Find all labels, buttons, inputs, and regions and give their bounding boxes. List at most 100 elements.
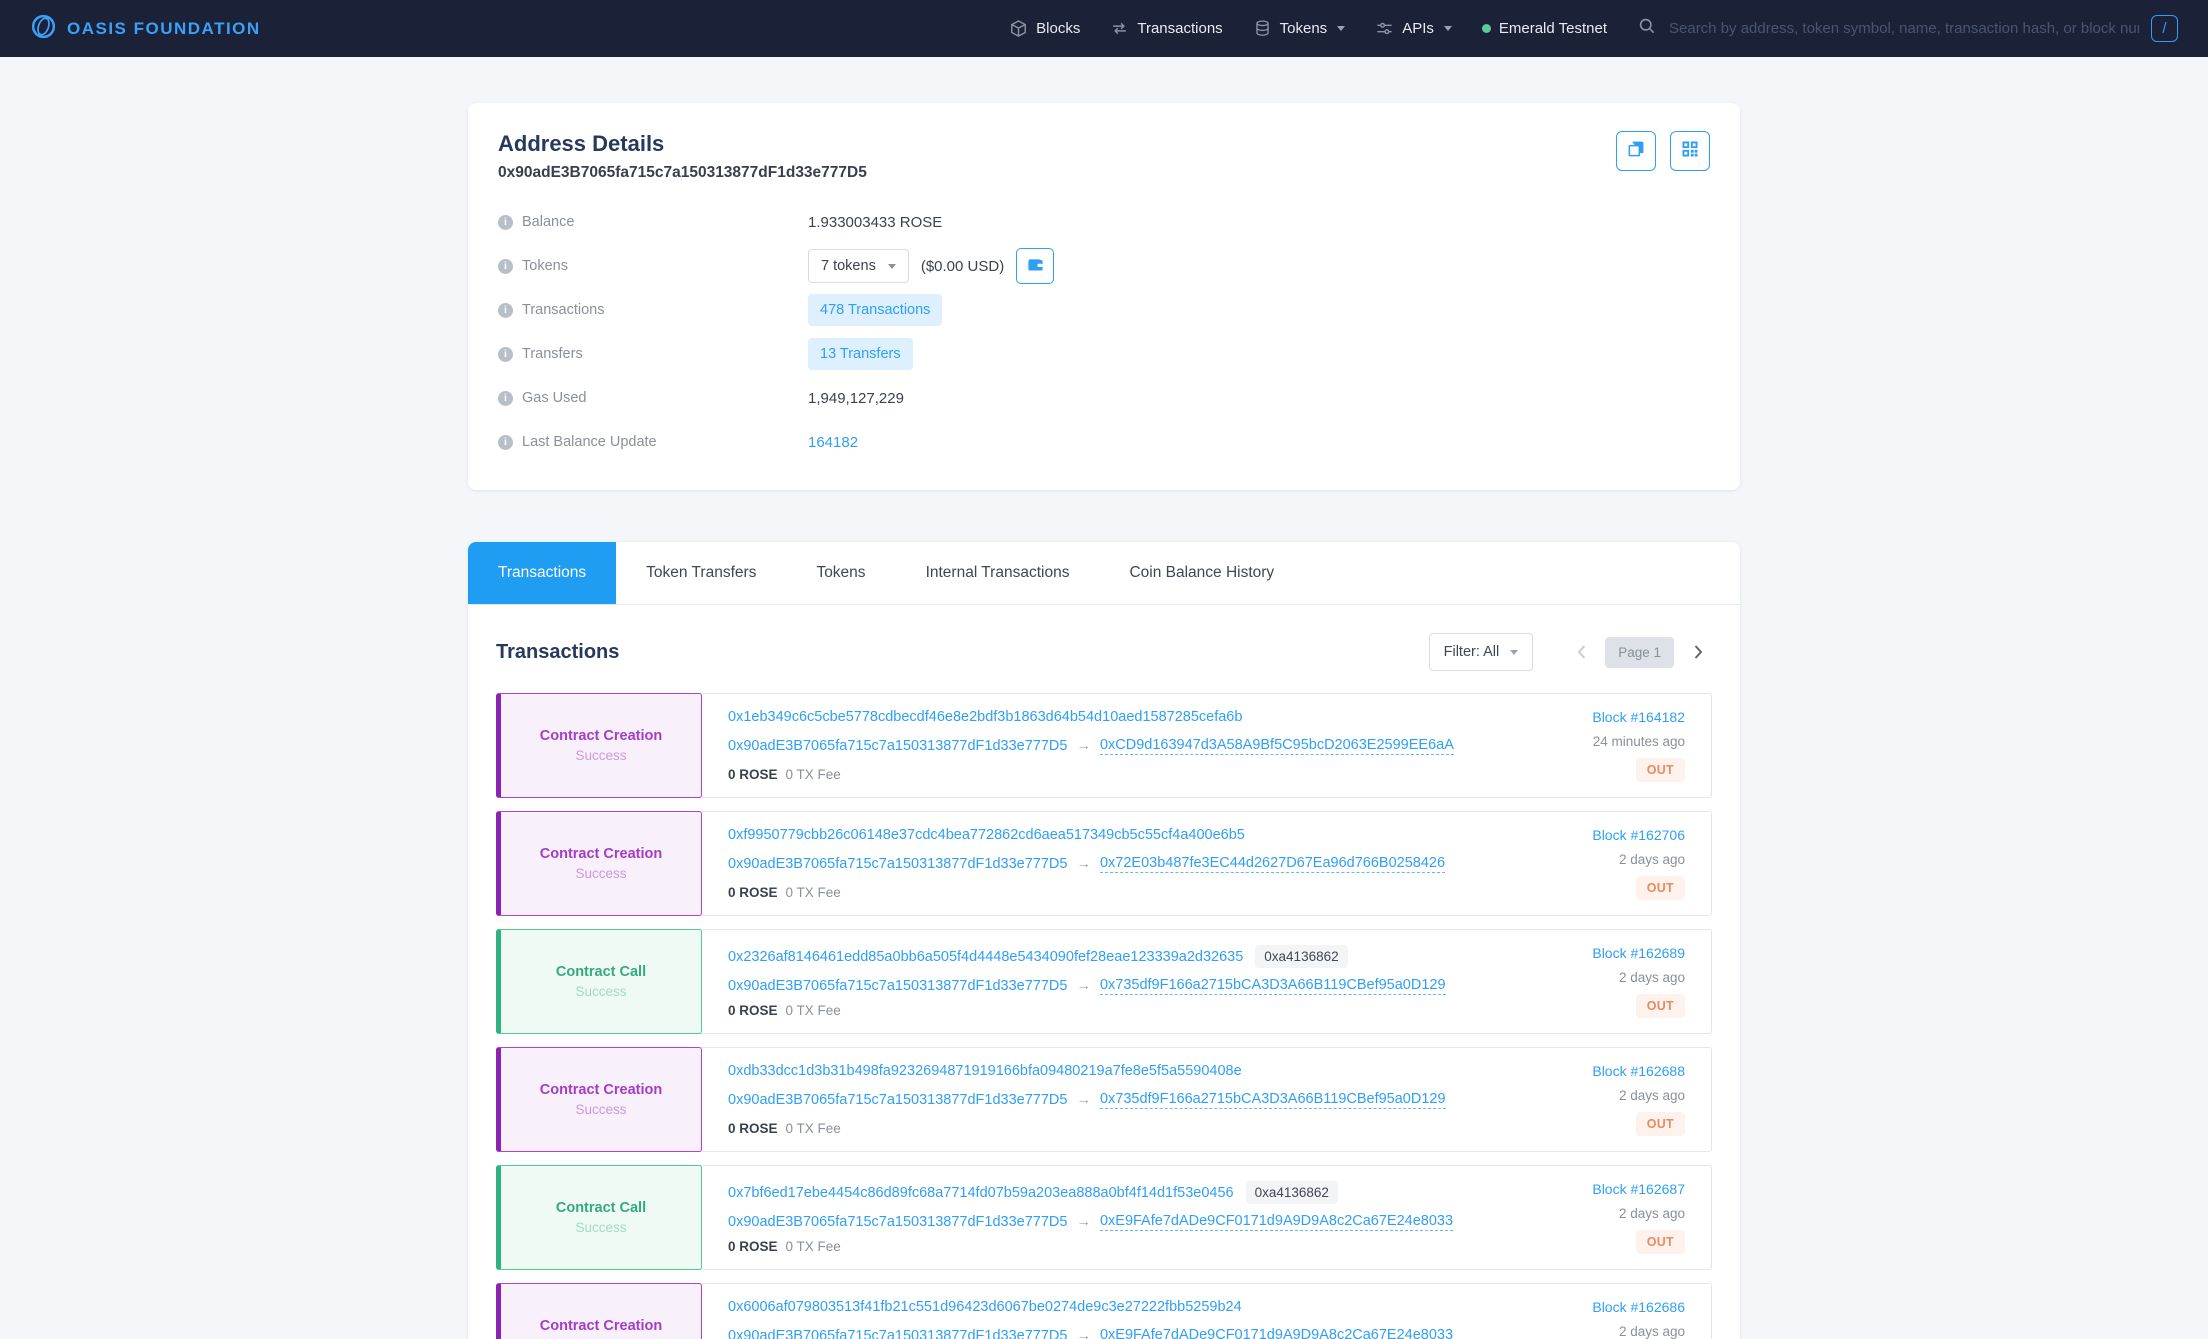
last-balance-update-row: Last Balance Update 164182 bbox=[498, 420, 1710, 464]
tokens-usd-value: ($0.00 USD) bbox=[921, 258, 1004, 275]
transaction-fee: 0 TX Fee bbox=[786, 1239, 841, 1254]
to-address-link[interactable]: 0x735df9F166a2715bCA3D3A66B119CBef95a0D1… bbox=[1100, 1091, 1446, 1109]
next-page-button[interactable] bbox=[1684, 638, 1712, 666]
transactions-count-link[interactable]: 478 Transactions bbox=[808, 294, 942, 326]
transaction-timestamp: 2 days ago bbox=[1619, 970, 1685, 985]
copy-icon bbox=[1626, 139, 1646, 164]
transaction-status: Success bbox=[575, 866, 626, 881]
sliders-icon bbox=[1375, 19, 1394, 38]
filter-dropdown[interactable]: Filter: All bbox=[1429, 633, 1534, 671]
transaction-status: Success bbox=[575, 1102, 626, 1117]
to-address-link[interactable]: 0xE9FAfe7dADe9CF0171d9A9D9A8c2Ca67E24e80… bbox=[1100, 1327, 1453, 1339]
from-address-link[interactable]: 0x90adE3B7065fa715c7a150313877dF1d33e777… bbox=[728, 1214, 1067, 1230]
transaction-hash-link[interactable]: 0xf9950779cbb26c06148e37cdc4bea772862cd6… bbox=[728, 827, 1245, 843]
block-link[interactable]: Block #162689 bbox=[1592, 945, 1685, 961]
transaction-type-label: Contract Call bbox=[556, 964, 646, 980]
from-address-link[interactable]: 0x90adE3B7065fa715c7a150313877dF1d33e777… bbox=[728, 978, 1067, 994]
transaction-type-label: Contract Creation bbox=[540, 1318, 662, 1334]
transaction-fee: 0 TX Fee bbox=[786, 767, 841, 782]
transaction-hash-link[interactable]: 0xdb33dcc1d3b31b498fa9232694871919166bfa… bbox=[728, 1063, 1242, 1079]
address-hash: 0x90adE3B7065fa715c7a150313877dF1d33e777… bbox=[498, 164, 1710, 182]
last-balance-update-link[interactable]: 164182 bbox=[808, 434, 858, 451]
slash-shortcut-key: / bbox=[2151, 15, 2178, 42]
arrow-right-icon bbox=[1076, 1328, 1091, 1339]
chevron-down-icon bbox=[888, 264, 896, 269]
block-link[interactable]: Block #162688 bbox=[1592, 1063, 1685, 1079]
chevron-down-icon bbox=[1337, 26, 1345, 31]
info-icon bbox=[498, 259, 513, 274]
transaction-hash-link[interactable]: 0x7bf6ed17ebe4454c86d89fc68a7714fd07b59a… bbox=[728, 1185, 1234, 1201]
transaction-hash-link[interactable]: 0x6006af079803513f41fb21c551d96423d6067b… bbox=[728, 1299, 1242, 1315]
transaction-hash-link[interactable]: 0x1eb349c6c5cbe5778cdbecdf46e8e2bdf3b186… bbox=[728, 709, 1242, 725]
block-link[interactable]: Block #164182 bbox=[1592, 709, 1685, 725]
nav-item-transactions[interactable]: Transactions bbox=[1110, 19, 1222, 38]
transaction-row: Contract Call Success 0x7bf6ed17ebe4454c… bbox=[496, 1165, 1712, 1270]
transaction-value: 0 ROSE bbox=[728, 885, 778, 900]
transaction-timestamp: 2 days ago bbox=[1619, 1088, 1685, 1103]
address-details-card: Address Details 0x90adE3B7065fa715c7a150… bbox=[468, 103, 1740, 490]
info-icon bbox=[498, 391, 513, 406]
prev-page-button[interactable] bbox=[1567, 638, 1595, 666]
cube-icon bbox=[1009, 19, 1028, 38]
nav-item-apis[interactable]: APIs bbox=[1375, 19, 1452, 38]
to-address-link[interactable]: 0xE9FAfe7dADe9CF0171d9A9D9A8c2Ca67E24e80… bbox=[1100, 1213, 1453, 1231]
block-link[interactable]: Block #162706 bbox=[1592, 827, 1685, 843]
transaction-row: Contract Creation Success 0x6006af079803… bbox=[496, 1283, 1712, 1339]
method-id-badge: 0xa4136862 bbox=[1246, 1181, 1338, 1204]
tokens-dropdown-value: 7 tokens bbox=[821, 258, 876, 274]
arrow-right-icon bbox=[1076, 1092, 1091, 1108]
tab-coin-balance-history[interactable]: Coin Balance History bbox=[1099, 542, 1304, 604]
nav-item-tokens[interactable]: Tokens bbox=[1253, 19, 1346, 38]
tab-tokens[interactable]: Tokens bbox=[786, 542, 895, 604]
to-address-link[interactable]: 0x735df9F166a2715bCA3D3A66B119CBef95a0D1… bbox=[1100, 977, 1446, 995]
tab-internal-transactions[interactable]: Internal Transactions bbox=[896, 542, 1100, 604]
arrow-right-icon bbox=[1076, 738, 1091, 754]
copy-address-button[interactable] bbox=[1616, 131, 1656, 171]
info-icon bbox=[498, 303, 513, 318]
transaction-fee: 0 TX Fee bbox=[786, 1121, 841, 1136]
gas-used-label: Gas Used bbox=[522, 390, 586, 406]
transactions-label: Transactions bbox=[522, 302, 604, 318]
to-address-link[interactable]: 0x72E03b487fe3EC44d2627D67Ea96d766B02584… bbox=[1100, 855, 1445, 873]
from-address-link[interactable]: 0x90adE3B7065fa715c7a150313877dF1d33e777… bbox=[728, 738, 1067, 754]
to-address-link[interactable]: 0xCD9d163947d3A58A9Bf5C95bcD2063E2599EE6… bbox=[1100, 737, 1454, 755]
brand-logo[interactable]: OASIS FOUNDATION bbox=[30, 13, 261, 45]
direction-badge: OUT bbox=[1636, 758, 1685, 782]
transactions-row: Transactions 478 Transactions bbox=[498, 288, 1710, 332]
tab-bar: Transactions Token Transfers Tokens Inte… bbox=[468, 542, 1740, 605]
transaction-type-label: Contract Call bbox=[556, 1200, 646, 1216]
transaction-type-badge: Contract Creation Success bbox=[496, 693, 702, 798]
arrow-right-icon bbox=[1076, 978, 1091, 994]
block-link[interactable]: Block #162686 bbox=[1592, 1299, 1685, 1315]
from-address-link[interactable]: 0x90adE3B7065fa715c7a150313877dF1d33e777… bbox=[728, 1328, 1067, 1339]
search-input[interactable] bbox=[1669, 20, 2139, 37]
transaction-hash-link[interactable]: 0x2326af8146461edd85a0bb6a505f4d4448e543… bbox=[728, 949, 1243, 965]
transaction-status: Success bbox=[575, 748, 626, 763]
wallet-button[interactable] bbox=[1016, 248, 1054, 284]
direction-badge: OUT bbox=[1636, 876, 1685, 900]
qr-code-button[interactable] bbox=[1670, 131, 1710, 171]
tab-transactions[interactable]: Transactions bbox=[468, 542, 616, 604]
network-selector[interactable]: Emerald Testnet bbox=[1482, 20, 1607, 37]
transactions-list: Contract Creation Success 0x1eb349c6c5cb… bbox=[496, 693, 1712, 1339]
oasis-logo-icon bbox=[30, 13, 57, 45]
transfers-label: Transfers bbox=[522, 346, 583, 362]
transfers-count-link[interactable]: 13 Transfers bbox=[808, 338, 913, 370]
balance-value: 1.933003433 ROSE bbox=[808, 214, 942, 231]
transaction-fee: 0 TX Fee bbox=[786, 1003, 841, 1018]
tokens-dropdown[interactable]: 7 tokens bbox=[808, 249, 909, 283]
top-navbar: OASIS FOUNDATION Blocks Transactions Tok… bbox=[0, 0, 2208, 57]
transaction-row: Contract Creation Success 0xdb33dcc1d3b3… bbox=[496, 1047, 1712, 1152]
method-id-badge: 0xa4136862 bbox=[1255, 945, 1347, 968]
qr-code-icon bbox=[1680, 139, 1700, 164]
from-address-link[interactable]: 0x90adE3B7065fa715c7a150313877dF1d33e777… bbox=[728, 1092, 1067, 1108]
from-address-link[interactable]: 0x90adE3B7065fa715c7a150313877dF1d33e777… bbox=[728, 856, 1067, 872]
block-link[interactable]: Block #162687 bbox=[1592, 1181, 1685, 1197]
transaction-row: Contract Creation Success 0x1eb349c6c5cb… bbox=[496, 693, 1712, 798]
arrow-right-icon bbox=[1076, 1214, 1091, 1230]
transaction-value: 0 ROSE bbox=[728, 767, 778, 782]
nav-item-blocks[interactable]: Blocks bbox=[1009, 19, 1080, 38]
balance-row: Balance 1.933003433 ROSE bbox=[498, 200, 1710, 244]
transactions-section-title: Transactions bbox=[496, 641, 619, 664]
tab-token-transfers[interactable]: Token Transfers bbox=[616, 542, 786, 604]
